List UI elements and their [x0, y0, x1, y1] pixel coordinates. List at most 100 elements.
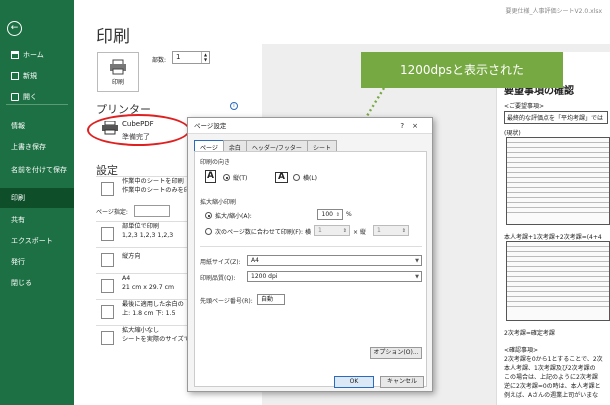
info-icon[interactable]: i: [230, 102, 238, 110]
fit-height-value: 1: [377, 227, 381, 234]
scaling-label: 拡大縮小印刷: [200, 199, 237, 206]
setting-line: A4: [122, 275, 131, 282]
open-icon: [11, 93, 19, 101]
sheets-icon: [101, 182, 114, 196]
dialog-divider: [200, 246, 422, 247]
new-icon: [11, 72, 19, 80]
setting-margins[interactable]: 最後に適用した余白の 上: 1.8 cm 下: 1.5: [96, 299, 190, 323]
setting-collate[interactable]: 部単位で印刷 1,2,3 1,2,3 1,2,3: [96, 221, 190, 245]
first-page-input[interactable]: 自動: [257, 294, 285, 305]
preview-table: [506, 241, 610, 321]
fit-to-pages-radio[interactable]: 次のページ数に合わせて印刷(F): 横: [205, 227, 311, 236]
preview-line: 最終的な評価点を「平均考課」では: [504, 111, 608, 124]
fit-height-input[interactable]: 1 ⇕: [373, 225, 409, 236]
scale-radio[interactable]: 拡大/縮小(A):: [205, 211, 252, 220]
scaling-icon: [101, 331, 114, 345]
landscape-label: 横(L): [303, 175, 318, 182]
preview-line: 本人考課+1次考課+2次考課=(4+4: [504, 234, 602, 241]
ok-button[interactable]: OK: [334, 376, 374, 388]
landscape-page-icon: A: [275, 172, 288, 183]
preview-line: <確認事項>: [504, 347, 539, 354]
preview-line: (現状): [504, 130, 521, 137]
options-button[interactable]: オプション(O)...: [370, 347, 422, 359]
setting-line: 上: 1.8 cm 下: 1.5: [122, 310, 176, 317]
fit-width-value: 1: [318, 227, 322, 234]
page-setup-dialog: ページ設定 ?× ページ 余白 ヘッダー/フッター シート 印刷の向き A 縦(T…: [187, 117, 433, 392]
nav-print[interactable]: 印刷: [0, 188, 74, 208]
page-range-input[interactable]: [134, 205, 170, 217]
setting-line: 最後に適用した余白の: [122, 301, 184, 308]
page-range-label: ページ指定:: [96, 209, 128, 216]
setting-line: 部単位で印刷: [122, 223, 160, 230]
scale-value: 100: [321, 211, 333, 218]
radio-selected-icon: [223, 174, 230, 181]
portrait-icon: [101, 253, 114, 267]
print-button-label: 印刷: [111, 79, 124, 86]
print-quality-select[interactable]: 1200 dpi ▼: [247, 271, 422, 282]
fit-option-label: 次のページ数に合わせて印刷(F): 横: [215, 229, 311, 236]
back-arrow-icon[interactable]: ←: [7, 21, 22, 36]
setting-scaling[interactable]: 拡大縮小なしシートを実際のサイズで: [96, 325, 190, 349]
page-title: 印刷: [96, 27, 130, 47]
preview-line: 2次考課を0から1とすることで、2次: [504, 356, 603, 363]
setting-line: 1,2,3 1,2,3 1,2,3: [122, 232, 174, 239]
preview-line: この場合は、上記のように2次考課: [504, 374, 598, 381]
highlight-circle: [87, 114, 190, 146]
radio-selected-icon: [205, 212, 212, 219]
chevron-down-icon: ▼: [415, 274, 419, 280]
cancel-button[interactable]: キャンセル: [380, 376, 424, 388]
paper-size-select[interactable]: A4 ▼: [247, 255, 422, 266]
nav-close[interactable]: 閉じる: [0, 273, 74, 293]
preview-line: 2次考課=確定考課: [504, 330, 555, 337]
spin-icon: ⇕: [401, 228, 406, 234]
preview-line: 逆に2次考課=0の時は、本人考課と: [504, 383, 601, 390]
nav-export[interactable]: エクスポート: [0, 231, 74, 251]
print-button[interactable]: 印刷: [97, 52, 139, 92]
margins-icon: [101, 305, 114, 319]
nav-home[interactable]: ホーム: [0, 45, 74, 65]
setting-print-active-sheets[interactable]: 作業中のシートを印刷 作業中のシートのみを印: [96, 176, 190, 200]
preview-line: 本人考課、1次考課及び2次考課の: [504, 365, 596, 372]
setting-line: シートを実際のサイズで: [122, 336, 190, 343]
spin-icon: ⇕: [342, 228, 347, 234]
page-tab-panel: 印刷の向き A 縦(T) A 横(L) 拡大縮小印刷 拡大/縮小(A): 100…: [194, 151, 427, 387]
sidebar-divider: [6, 104, 68, 105]
nav-new[interactable]: 新規: [0, 66, 74, 86]
spin-icon: ⇕: [335, 212, 340, 218]
nav-save[interactable]: 上書き保存: [0, 137, 74, 157]
copies-stepper[interactable]: 1 ▲ ▼: [172, 51, 210, 64]
backstage-sidebar: ← ホーム 新規 開く 情報 上書き保存 名前を付けて保存 印刷 共有 エクスポ…: [0, 0, 74, 405]
portrait-page-icon: A: [205, 170, 216, 183]
spin-arrows-icon[interactable]: ▲ ▼: [201, 52, 209, 63]
printer-icon: [110, 59, 126, 75]
file-name: 要更仕様_人事評価シートV2.0.xlsx: [505, 8, 602, 15]
percent-sign: %: [346, 211, 352, 218]
setting-line: 拡大縮小なし: [122, 327, 160, 334]
setting-orientation[interactable]: 縦方向: [96, 247, 190, 271]
copies-label: 部数:: [152, 57, 167, 64]
setting-line: 縦方向: [122, 253, 141, 260]
print-quality-label: 印刷品質(Q):: [200, 275, 236, 282]
scale-percent-input[interactable]: 100 ⇕: [317, 209, 343, 220]
print-quality-value: 1200 dpi: [251, 273, 278, 280]
help-icon[interactable]: ?: [400, 122, 412, 130]
setting-line: 作業中のシートのみを印: [122, 187, 190, 194]
portrait-label: 縦(T): [233, 175, 248, 182]
setting-paper-size[interactable]: A4 21 cm x 29.7 cm: [96, 273, 190, 297]
paper-size-value: A4: [251, 257, 259, 264]
nav-publish[interactable]: 発行: [0, 252, 74, 272]
nav-share[interactable]: 共有: [0, 210, 74, 230]
nav-save-as[interactable]: 名前を付けて保存: [0, 158, 74, 182]
landscape-radio[interactable]: 横(L): [293, 173, 317, 182]
orientation-label: 印刷の向き: [200, 159, 231, 166]
chevron-down-icon: ▼: [415, 258, 419, 264]
nav-info[interactable]: 情報: [0, 116, 74, 136]
preview-line: <ご要望事項>: [504, 103, 545, 110]
paper-icon: [101, 279, 114, 293]
preview-line: 例えば、Aさんの週業上司がいまな: [504, 392, 599, 399]
nav-home-label: ホーム: [23, 51, 44, 59]
fit-width-input[interactable]: 1 ⇕: [314, 225, 350, 236]
nav-new-label: 新規: [23, 72, 37, 80]
close-icon[interactable]: ×: [412, 122, 426, 130]
portrait-radio[interactable]: 縦(T): [223, 173, 247, 182]
